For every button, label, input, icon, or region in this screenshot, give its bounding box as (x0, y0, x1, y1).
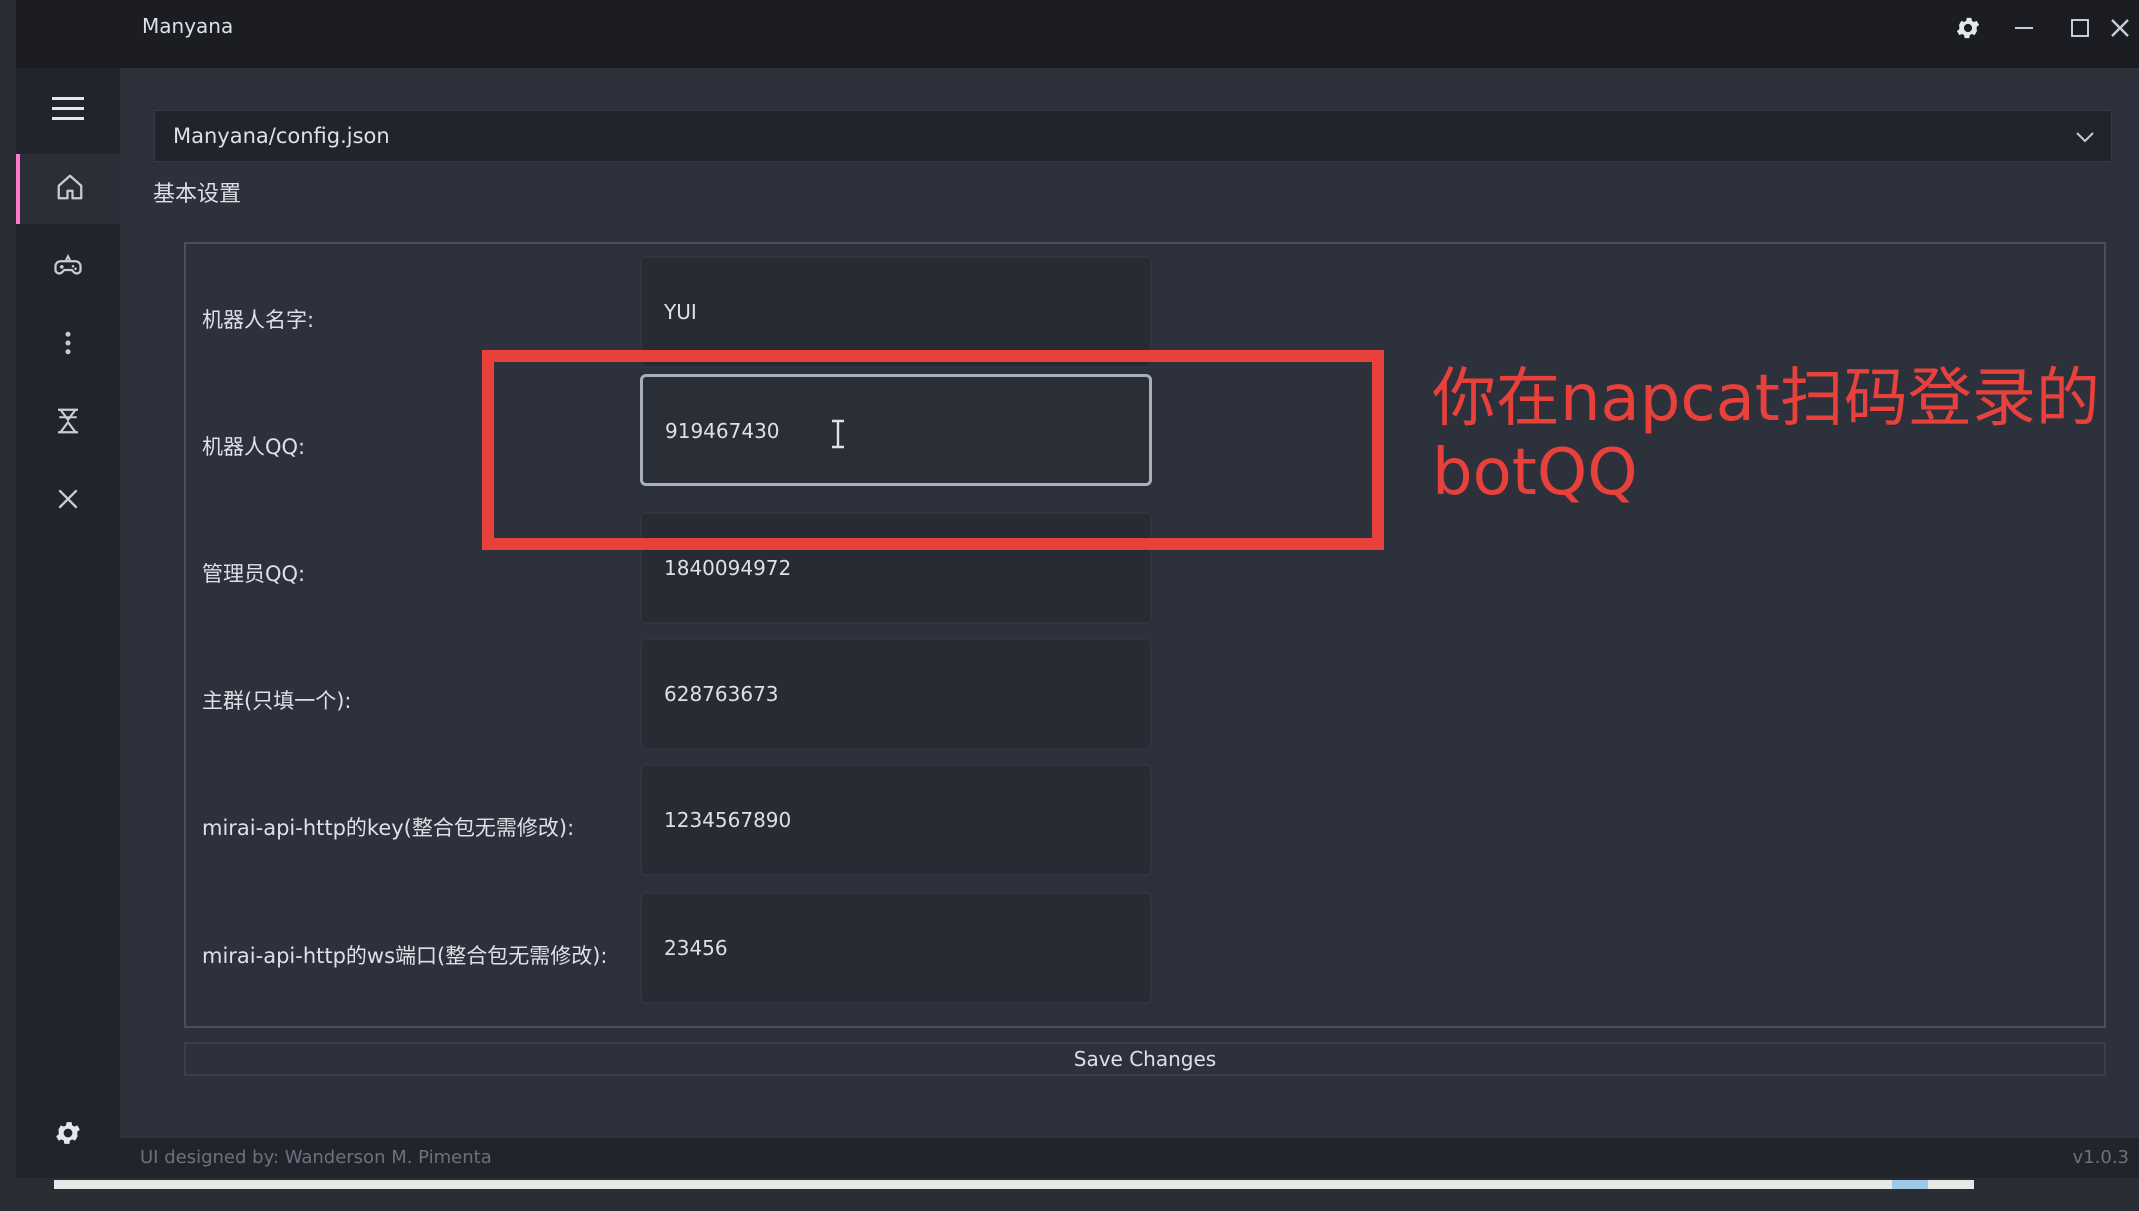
robot-qq-value: 919467430 (665, 419, 780, 443)
admin-qq-label: 管理员QQ: (202, 562, 306, 586)
sidebar-item-games[interactable] (16, 232, 120, 302)
admin-qq-input[interactable]: 1840094972 (640, 512, 1152, 624)
gamepad-icon (52, 250, 84, 284)
ws-port-value: 23456 (664, 936, 728, 960)
home-icon (55, 172, 85, 206)
text-cursor-icon (829, 419, 847, 453)
robot-name-value: YUI (664, 300, 697, 324)
ws-port-input[interactable]: 23456 (640, 892, 1152, 1004)
api-key-value: 1234567890 (664, 808, 792, 832)
api-key-input[interactable]: 1234567890 (640, 764, 1152, 876)
main-group-input[interactable]: 628763673 (640, 638, 1152, 750)
menu-toggle-button[interactable] (16, 76, 120, 146)
maximize-icon[interactable] (2064, 12, 2096, 44)
more-vertical-icon (53, 328, 83, 362)
api-key-label: mirai-api-http的key(整合包无需修改): (202, 816, 575, 840)
annotation-text: 你在napcat扫码登录的 botQQ (1432, 362, 2100, 510)
settings-form: 机器人名字: YUI 机器人QQ: 919467430 管理员QQ: 18400… (184, 242, 2106, 1028)
robot-qq-label: 机器人QQ: (202, 435, 306, 459)
robot-name-input[interactable]: YUI (640, 256, 1152, 368)
section-title: 基本设置 (153, 182, 242, 207)
admin-qq-value: 1840094972 (664, 556, 792, 580)
sidebar (16, 68, 120, 1178)
footer-credit: UI designed by: Wanderson M. Pimenta (140, 1147, 492, 1168)
robot-name-label: 机器人名字: (202, 308, 315, 332)
sidebar-item-more[interactable] (16, 310, 120, 380)
title-bar: Manyana (16, 0, 2139, 68)
sidebar-item-exit[interactable] (16, 466, 120, 536)
sidebar-item-home[interactable] (16, 154, 120, 224)
footer: UI designed by: Wanderson M. Pimenta v1.… (120, 1138, 2139, 1178)
config-file-select[interactable]: Manyana/config.json (154, 110, 2112, 162)
gear-icon (53, 1118, 83, 1152)
hourglass-icon (53, 406, 83, 440)
ws-port-label: mirai-api-http的ws端口(整合包无需修改): (202, 944, 608, 968)
window-title: Manyana (142, 14, 234, 38)
minimize-icon[interactable] (2008, 12, 2040, 44)
version-label: v1.0.3 (2072, 1147, 2129, 1168)
main-group-value: 628763673 (664, 682, 779, 706)
sidebar-settings-button[interactable] (16, 1100, 120, 1170)
scrollbar-thumb[interactable] (1892, 1180, 1928, 1189)
main-content: Manyana/config.json 基本设置 机器人名字: YUI 机器人Q… (120, 68, 2139, 1138)
main-group-label: 主群(只填一个): (202, 689, 352, 713)
chevron-down-icon (2073, 125, 2097, 153)
horizontal-scrollbar[interactable] (54, 1180, 1974, 1189)
sidebar-item-timer[interactable] (16, 388, 120, 458)
close-window-icon[interactable] (2104, 12, 2136, 44)
settings-gear-icon[interactable] (1952, 12, 1984, 44)
save-changes-button[interactable]: Save Changes (184, 1042, 2106, 1076)
close-icon (55, 486, 81, 516)
config-file-value: Manyana/config.json (173, 124, 390, 148)
app-window: Manyana Manyana/config.json 基本设置 机器人名字: … (16, 0, 2139, 1178)
robot-qq-input[interactable]: 919467430 (640, 374, 1152, 486)
menu-icon (51, 94, 85, 128)
